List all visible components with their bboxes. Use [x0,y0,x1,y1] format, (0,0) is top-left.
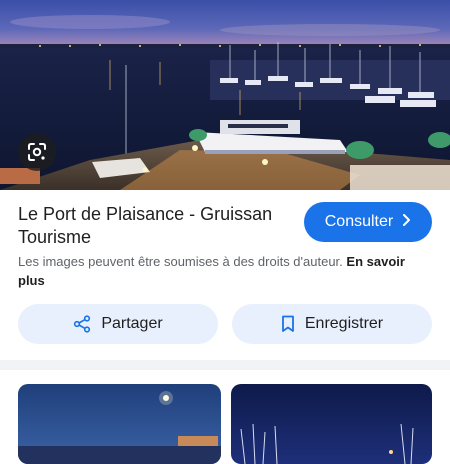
save-button-label: Enregistrer [304,315,384,332]
chevron-right-icon [401,214,411,230]
related-image-night-marina [231,384,432,464]
result-title: Le Port de Plaisance - Gruissan Tourisme [18,204,273,247]
notice-text: Les images peuvent être soumises à des d… [18,254,343,269]
related-image-moonlit-harbor [18,384,221,464]
copyright-notice: Les images peuvent être soumises à des d… [18,252,432,290]
visit-button[interactable]: Consulter [304,202,432,242]
marina-night-photo [0,0,450,190]
related-image-thumbnail[interactable] [18,384,221,464]
bookmark-icon [281,315,294,332]
lens-search-button[interactable] [18,133,56,171]
share-button-label: Partager [101,315,163,332]
section-divider [0,360,450,370]
main-image[interactable] [0,0,450,190]
save-button[interactable]: Enregistrer [232,304,432,344]
share-icon [74,315,91,333]
visit-button-label: Consulter [324,213,394,230]
share-button[interactable]: Partager [18,304,218,344]
related-image-thumbnail[interactable] [231,384,432,464]
google-lens-icon [28,143,46,161]
